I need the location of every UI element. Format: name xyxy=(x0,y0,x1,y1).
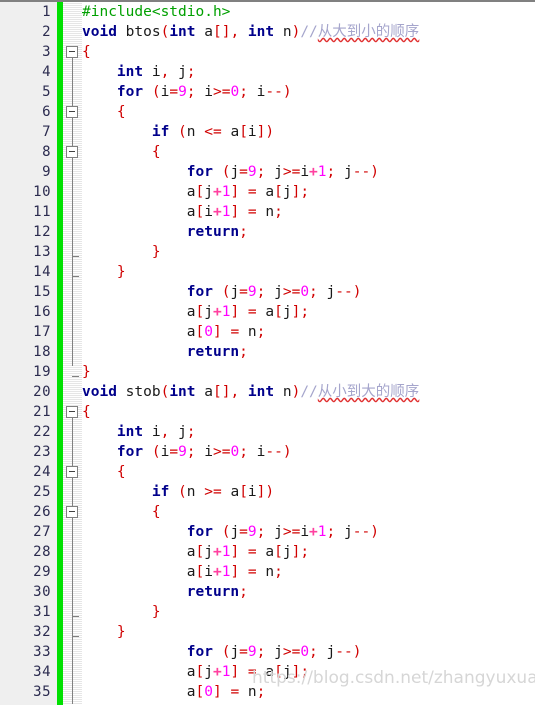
code-line[interactable]: void stob(int a[], int n)//从小到大的顺序 xyxy=(82,382,535,402)
code-line[interactable]: { xyxy=(82,402,535,422)
fold-end-marker-32 xyxy=(72,636,79,637)
line-number: 22 xyxy=(33,424,51,440)
fold-end-marker-13 xyxy=(72,256,79,257)
line-number: 15 xyxy=(33,284,51,300)
fold-toggle-6[interactable] xyxy=(66,106,78,118)
line-number: 4 xyxy=(42,64,51,80)
line-number: 1 xyxy=(42,4,51,20)
code-line[interactable]: #include<stdio.h> xyxy=(82,2,535,22)
code-line[interactable]: for (j=9; j>=0; j--) xyxy=(82,642,535,662)
line-number: 34 xyxy=(33,664,51,680)
code-line[interactable]: a[j+1] = a[j]; xyxy=(82,182,535,202)
line-number: 23 xyxy=(33,444,51,460)
code-editor: 1 2 3 4 5 6 7 8 9 10 11 12 13 14 15 16 17 18 19 20 21 22 23 24 2… xyxy=(0,0,535,705)
fold-connector-line xyxy=(72,418,73,704)
line-number-gutter: 1 2 3 4 5 6 7 8 9 10 11 12 13 14 15 16 17 18 19 20 21 22 23 24 2… xyxy=(0,2,57,705)
code-line[interactable]: for (j=9; j>=i+1; j--) xyxy=(82,522,535,542)
line-number: 30 xyxy=(33,584,51,600)
fold-toggle-3[interactable] xyxy=(66,46,78,58)
code-line[interactable]: int i, j; xyxy=(82,62,535,82)
code-line[interactable]: for (j=9; j>=0; j--) xyxy=(82,282,535,302)
code-line[interactable]: { xyxy=(82,102,535,122)
line-number: 17 xyxy=(33,324,51,340)
code-line[interactable]: a[0] = n; xyxy=(82,322,535,342)
line-number: 19 xyxy=(33,364,51,380)
line-number: 29 xyxy=(33,564,51,580)
line-number: 26 xyxy=(33,504,51,520)
code-text-area[interactable]: #include<stdio.h> void btos(int a[], int … xyxy=(82,2,535,705)
code-line[interactable]: } xyxy=(82,622,535,642)
code-line[interactable]: a[j+1] = a[j]; xyxy=(82,662,535,682)
line-number: 6 xyxy=(42,104,51,120)
code-line[interactable]: return; xyxy=(82,222,535,242)
line-number: 8 xyxy=(42,144,51,160)
line-number: 35 xyxy=(33,684,51,700)
code-line[interactable]: a[j+1] = a[j]; xyxy=(82,302,535,322)
code-line[interactable]: int i, j; xyxy=(82,422,535,442)
fold-toggle-24[interactable] xyxy=(66,466,78,478)
code-line[interactable]: return; xyxy=(82,342,535,362)
line-number: 21 xyxy=(33,404,51,420)
fold-toggle-8[interactable] xyxy=(66,146,78,158)
line-number: 28 xyxy=(33,544,51,560)
line-number: 16 xyxy=(33,304,51,320)
line-number: 13 xyxy=(33,244,51,260)
line-number: 7 xyxy=(42,124,51,140)
code-line[interactable]: { xyxy=(82,502,535,522)
code-line[interactable]: for (j=9; j>=i+1; j--) xyxy=(82,162,535,182)
code-line[interactable]: if (n <= a[i]) xyxy=(82,122,535,142)
line-number: 3 xyxy=(42,44,51,60)
line-number: 12 xyxy=(33,224,51,240)
line-number: 32 xyxy=(33,624,51,640)
code-line[interactable]: { xyxy=(82,142,535,162)
line-number: 27 xyxy=(33,524,51,540)
line-number: 2 xyxy=(42,24,51,40)
code-line[interactable]: return; xyxy=(82,582,535,602)
code-line[interactable]: for (i=9; i>=0; i--) xyxy=(82,82,535,102)
line-number: 18 xyxy=(33,344,51,360)
line-number: 20 xyxy=(33,384,51,400)
line-number: 10 xyxy=(33,184,51,200)
line-number: 24 xyxy=(33,464,51,480)
code-line[interactable]: } xyxy=(82,262,535,282)
code-line[interactable]: } xyxy=(82,242,535,262)
code-line[interactable]: { xyxy=(82,42,535,62)
code-line[interactable]: void btos(int a[], int n)//从大到小的顺序 xyxy=(82,22,535,42)
code-line[interactable]: } xyxy=(82,602,535,622)
line-number: 11 xyxy=(33,204,51,220)
line-number: 14 xyxy=(33,264,51,280)
fold-toggle-26[interactable] xyxy=(66,506,78,518)
line-number: 5 xyxy=(42,84,51,100)
code-line[interactable]: a[i+1] = n; xyxy=(82,202,535,222)
code-line[interactable]: } xyxy=(82,362,535,382)
line-number: 31 xyxy=(33,604,51,620)
code-line[interactable]: for (i=9; i>=0; i--) xyxy=(82,442,535,462)
code-line[interactable]: a[i+1] = n; xyxy=(82,562,535,582)
code-line[interactable]: a[j+1] = a[j]; xyxy=(82,542,535,562)
fold-end-marker-31 xyxy=(72,616,79,617)
line-number: 25 xyxy=(33,484,51,500)
fold-toggle-21[interactable] xyxy=(66,406,78,418)
line-number: 9 xyxy=(42,164,51,180)
fold-end-marker-19 xyxy=(72,376,79,377)
fold-connector-line xyxy=(72,58,73,366)
code-line[interactable]: { xyxy=(82,462,535,482)
code-line[interactable]: if (n >= a[i]) xyxy=(82,482,535,502)
line-number: 33 xyxy=(33,644,51,660)
fold-end-marker-14 xyxy=(72,276,79,277)
code-folding-column[interactable] xyxy=(63,2,82,705)
code-line[interactable]: a[0] = n; xyxy=(82,682,535,702)
